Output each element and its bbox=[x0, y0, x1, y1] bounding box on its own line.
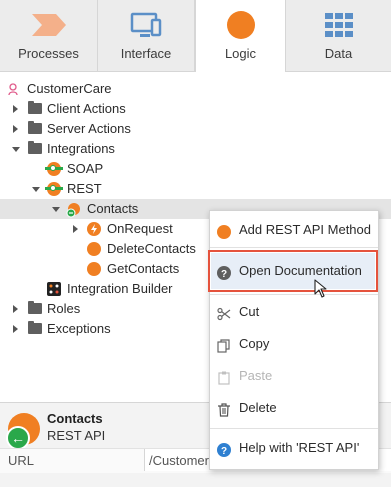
copy-icon bbox=[217, 337, 231, 353]
method-icon bbox=[87, 262, 101, 276]
context-menu: Add REST API Method ? Open Documentation… bbox=[208, 210, 379, 470]
tree-item-server-actions-label: Server Actions bbox=[47, 121, 131, 136]
tree-item-delete-contacts-label: DeleteContacts bbox=[107, 241, 196, 256]
lightning-event-icon bbox=[87, 222, 101, 242]
module-person-icon bbox=[8, 82, 18, 102]
folder-open-icon bbox=[28, 141, 42, 154]
menu-separator bbox=[210, 294, 378, 295]
processes-chevron-icon bbox=[30, 12, 68, 41]
expand-arrow-icon[interactable] bbox=[13, 325, 18, 333]
tree-item-module-label: CustomerCare bbox=[27, 81, 112, 96]
tab-bar: Processes Interface Logic Data bbox=[0, 0, 391, 72]
tree-item-client-actions-label: Client Actions bbox=[47, 101, 126, 116]
menu-item-copy[interactable]: Copy bbox=[210, 332, 378, 356]
expand-arrow-icon[interactable] bbox=[13, 125, 18, 133]
menu-item-label: Open Documentation bbox=[239, 263, 362, 278]
menu-item-label: Add REST API Method bbox=[239, 222, 371, 237]
tab-data-label: Data bbox=[324, 46, 353, 61]
svg-text:?: ? bbox=[221, 446, 227, 457]
menu-separator bbox=[210, 428, 378, 429]
tree-item-integrations-label: Integrations bbox=[47, 141, 115, 156]
soap-integration-icon bbox=[45, 162, 63, 176]
scissors-icon bbox=[217, 305, 231, 321]
tab-logic[interactable]: Logic bbox=[195, 0, 286, 72]
menu-item-cut[interactable]: Cut bbox=[210, 300, 378, 324]
properties-element-type: REST API bbox=[47, 428, 106, 443]
menu-item-label: Copy bbox=[239, 336, 270, 351]
question-icon: ? bbox=[217, 264, 231, 280]
menu-separator bbox=[210, 247, 378, 248]
rest-api-icon bbox=[66, 202, 82, 224]
tab-processes-label: Processes bbox=[18, 46, 79, 61]
expand-arrow-icon[interactable] bbox=[13, 305, 18, 313]
back-arrow-icon[interactable]: ← bbox=[6, 426, 30, 450]
folder-icon bbox=[28, 301, 42, 314]
method-icon bbox=[217, 223, 231, 239]
collapse-arrow-icon[interactable] bbox=[52, 207, 60, 212]
url-label: URL bbox=[8, 453, 35, 468]
tree-item-soap-label: SOAP bbox=[67, 161, 104, 176]
menu-item-delete[interactable]: Delete bbox=[210, 396, 378, 420]
mouse-pointer-icon bbox=[314, 279, 330, 302]
logic-circle-icon bbox=[226, 10, 256, 43]
tab-data[interactable]: Data bbox=[286, 0, 391, 71]
menu-item-label: Help with 'REST API' bbox=[239, 440, 360, 455]
tab-interface[interactable]: Interface bbox=[98, 0, 195, 71]
tab-processes[interactable]: Processes bbox=[0, 0, 98, 71]
tree-item-contacts-label: Contacts bbox=[87, 201, 139, 216]
collapse-arrow-icon[interactable] bbox=[32, 187, 40, 192]
clipboard-icon bbox=[217, 369, 231, 385]
expand-arrow-icon[interactable] bbox=[73, 225, 78, 233]
tree-item-rest-label: REST bbox=[67, 181, 102, 196]
tree-item-get-contacts-label: GetContacts bbox=[107, 261, 180, 276]
tab-interface-label: Interface bbox=[120, 46, 172, 61]
tree-item-on-request-label: OnRequest bbox=[107, 221, 173, 236]
svg-text:?: ? bbox=[221, 269, 227, 280]
tree-item-roles-label: Roles bbox=[47, 301, 81, 316]
menu-item-label: Paste bbox=[239, 368, 273, 383]
expand-arrow-icon[interactable] bbox=[13, 105, 18, 113]
menu-item-label: Cut bbox=[239, 304, 260, 319]
help-icon: ? bbox=[217, 441, 231, 457]
tree-item-integration-builder-label: Integration Builder bbox=[67, 281, 173, 296]
tab-logic-label: Logic bbox=[224, 46, 257, 61]
tree-item-exceptions-label: Exceptions bbox=[47, 321, 111, 336]
folder-icon bbox=[28, 321, 42, 334]
folder-icon bbox=[28, 101, 42, 114]
menu-item-help[interactable]: ? Help with 'REST API' bbox=[210, 436, 378, 460]
menu-item-add-rest-api-method[interactable]: Add REST API Method bbox=[210, 218, 378, 242]
properties-element-name: Contacts bbox=[47, 411, 103, 426]
interface-monitor-icon bbox=[130, 12, 162, 43]
folder-icon bbox=[28, 121, 42, 134]
menu-item-label: Delete bbox=[239, 400, 277, 415]
method-icon bbox=[87, 242, 101, 256]
trash-icon bbox=[217, 401, 231, 417]
collapse-arrow-icon[interactable] bbox=[12, 147, 20, 152]
data-grid-icon bbox=[324, 12, 354, 41]
rest-integration-icon bbox=[45, 182, 63, 196]
menu-item-open-documentation[interactable]: ? Open Documentation bbox=[210, 259, 378, 283]
menu-item-paste[interactable]: Paste bbox=[210, 364, 378, 388]
